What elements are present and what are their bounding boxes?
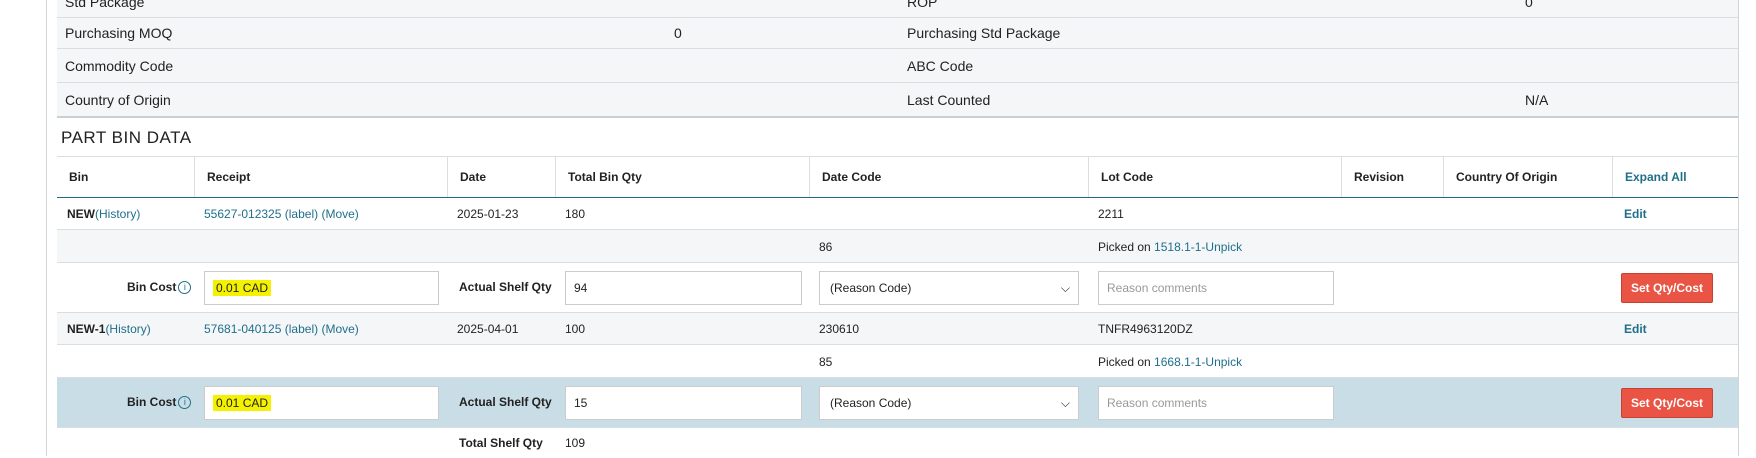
edit-link[interactable]: Edit [1624, 322, 1647, 336]
property-label: Last Counted [907, 91, 991, 108]
info-icon[interactable]: i [178, 281, 192, 294]
actual-shelf-qty-label: Actual Shelf Qty [459, 395, 552, 409]
actual-shelf-qty-input[interactable]: 94 [565, 271, 802, 305]
cost-row: Bin Cost i 0.01 CAD Actual Shelf Qty 15 (… [57, 378, 1738, 428]
total-shelf-qty-label: Total Shelf Qty [459, 436, 543, 450]
picked-on: Picked on 1668.1-1-Unpick [1098, 355, 1243, 369]
bin-cost-label: Bin Cost i [127, 395, 192, 409]
bin-cost-input[interactable]: 0.01 CAD [204, 386, 439, 420]
picked-on: Picked on 1518.1-1-Unpick [1098, 240, 1243, 254]
bin-cost-input[interactable]: 0.01 CAD [204, 271, 439, 305]
property-label: Purchasing Std Package [907, 25, 1061, 41]
column-header-total-bin-qty: Total Bin Qty [555, 157, 809, 197]
move-link[interactable]: (Move) [321, 207, 358, 221]
column-header-receipt: Receipt [194, 157, 447, 197]
move-link[interactable]: (Move) [321, 322, 358, 336]
label-link[interactable]: (label) [285, 207, 318, 221]
reason-code-select[interactable]: (Reason Code) ⌵ [819, 271, 1079, 305]
property-label: ROP [907, 0, 938, 10]
property-value: N/A [1525, 91, 1549, 108]
receipt-cell: 57681-040125 (label) (Move) [204, 322, 359, 336]
bin-cost-label: Bin Cost i [127, 280, 192, 294]
column-header-country-of-origin: Country Of Origin [1443, 157, 1612, 197]
chevron-down-icon: ⌵ [1060, 396, 1070, 410]
pick-reference-link[interactable]: 1518.1-1-Unpick [1154, 240, 1242, 254]
receipt-link[interactable]: 57681-040125 [204, 322, 281, 336]
column-header-bin: Bin [69, 170, 89, 184]
property-row: Std Package ROP 0 [57, 0, 1738, 18]
bin-date: 2025-01-23 [457, 207, 519, 221]
pick-reference-link[interactable]: 1668.1-1-Unpick [1154, 355, 1242, 369]
column-header-date: Date [447, 157, 555, 197]
total-bin-qty: 180 [565, 207, 586, 221]
property-value: 0 [674, 25, 682, 41]
set-qty-cost-button[interactable]: Set Qty/Cost [1621, 273, 1713, 303]
column-header-date-code: Date Code [809, 157, 1088, 197]
label-link[interactable]: (label) [285, 322, 318, 336]
bin-date: 2025-04-01 [457, 322, 519, 336]
property-label: ABC Code [907, 57, 974, 74]
table-header: Bin Receipt Date Total Bin Qty Date Code… [57, 156, 1738, 199]
reason-code-select[interactable]: (Reason Code) ⌵ [819, 386, 1079, 420]
table-row: NEW-1(History) 57681-040125 (label) (Mov… [57, 313, 1738, 345]
total-row: Total Shelf Qty 109 [57, 428, 1738, 458]
property-row: Commodity Code ABC Code [57, 49, 1738, 83]
part-properties-table: Std Package ROP 0 Purchasing MOQ 0 Purch… [57, 0, 1738, 118]
cost-row: Bin Cost i 0.01 CAD Actual Shelf Qty 94 (… [57, 263, 1738, 313]
pick-row: 85 Picked on 1668.1-1-Unpick [57, 345, 1738, 378]
actual-shelf-qty-label: Actual Shelf Qty [459, 280, 552, 294]
date-code: 230610 [819, 322, 860, 336]
property-label: Purchasing MOQ [65, 25, 173, 41]
bin-name: NEW(History) [67, 207, 141, 221]
column-header-lot-code: Lot Code [1088, 157, 1341, 197]
section-title: PART BIN DATA [61, 128, 192, 147]
table-row: NEW(History) 55627-012325 (label) (Move)… [57, 198, 1738, 230]
property-label: Commodity Code [65, 57, 174, 74]
pick-qty: 85 [819, 355, 833, 369]
total-shelf-qty: 109 [565, 436, 586, 450]
set-qty-cost-button[interactable]: Set Qty/Cost [1621, 388, 1713, 418]
property-row: Purchasing MOQ 0 Purchasing Std Package [57, 18, 1738, 49]
actual-shelf-qty-input[interactable]: 15 [565, 386, 802, 420]
history-link[interactable]: (History) [95, 207, 140, 221]
receipt-link[interactable]: 55627-012325 [204, 207, 281, 221]
expand-all-link[interactable]: Expand All [1612, 157, 1738, 197]
column-header-revision: Revision [1341, 157, 1443, 197]
pick-qty: 86 [819, 240, 833, 254]
edit-link[interactable]: Edit [1624, 207, 1647, 221]
content-panel: Std Package ROP 0 Purchasing MOQ 0 Purch… [46, 0, 1739, 458]
receipt-cell: 55627-012325 (label) (Move) [204, 207, 359, 221]
pick-row: 86 Picked on 1518.1-1-Unpick [57, 230, 1738, 263]
lot-code: 2211 [1098, 207, 1124, 221]
reason-comments-input[interactable] [1098, 271, 1334, 305]
property-value: 0 [1525, 0, 1533, 10]
lot-code: TNFR4963120DZ [1098, 322, 1193, 336]
chevron-down-icon: ⌵ [1060, 281, 1070, 295]
total-bin-qty: 100 [565, 322, 586, 336]
property-label: Std Package [65, 0, 145, 10]
property-label: Country of Origin [65, 91, 171, 108]
bin-name: NEW-1(History) [67, 322, 151, 336]
history-link[interactable]: (History) [105, 322, 150, 336]
property-row: Country of Origin Last Counted N/A [57, 83, 1738, 116]
info-icon[interactable]: i [178, 396, 192, 409]
reason-comments-input[interactable] [1098, 386, 1334, 420]
